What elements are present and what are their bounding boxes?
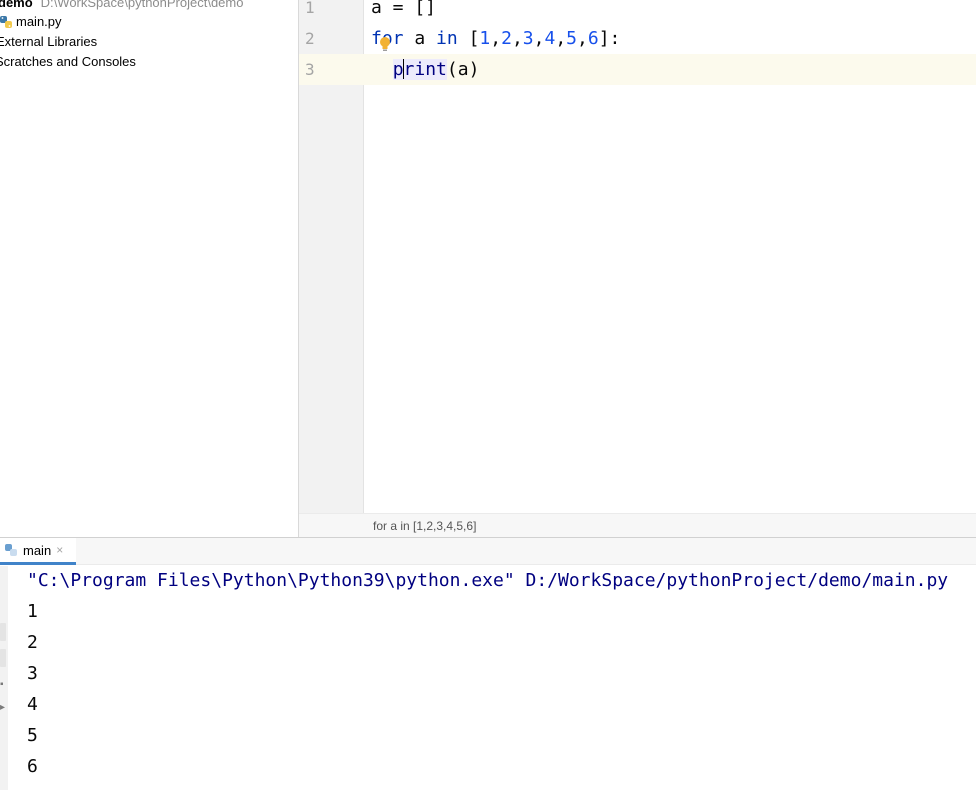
- code-comma: ,: [577, 28, 588, 49]
- pin-icon[interactable]: ▪: [0, 680, 6, 690]
- number-literal: 2: [501, 28, 512, 49]
- code-comma: ,: [490, 28, 502, 49]
- project-tree: demo D:\WorkSpace\pythonProject\demo mai…: [0, 0, 298, 537]
- code-line-1[interactable]: a = []: [371, 0, 436, 19]
- line-number: 1: [305, 0, 315, 17]
- console-output-line: 3: [27, 663, 38, 684]
- tree-item-main-py[interactable]: main.py: [0, 12, 62, 32]
- console-output-line: 4: [27, 694, 38, 715]
- code-line-2[interactable]: for a in [1,2,3,4,5,6]:: [371, 28, 620, 50]
- number-literal: 5: [566, 28, 577, 49]
- console-output-line: 2: [27, 632, 38, 653]
- tree-item-external-libraries[interactable]: External Libraries: [0, 32, 97, 52]
- line-number: 3: [305, 60, 315, 79]
- console-output-line: 6: [27, 756, 38, 777]
- code-var: a: [403, 28, 437, 49]
- console-output[interactable]: [8, 566, 976, 790]
- python-icon: [5, 544, 17, 556]
- code-args: (a): [446, 59, 480, 80]
- console-output-line: 1: [27, 601, 38, 622]
- python-file-icon: [0, 16, 12, 28]
- line-number: 2: [305, 29, 315, 48]
- code-bracket: ]:: [598, 28, 621, 49]
- stop-button[interactable]: [0, 649, 6, 667]
- run-tab-label: main: [23, 542, 52, 558]
- console-output-line: 5: [27, 725, 38, 746]
- code-text: a = []: [371, 0, 437, 18]
- breadcrumb-item[interactable]: for a in [1,2,3,4,5,6]: [373, 519, 476, 533]
- console-command-line: "C:\Program Files\Python\Python39\python…: [27, 570, 949, 591]
- code-comma: ,: [533, 28, 545, 49]
- code-bracket: [: [468, 28, 480, 49]
- breadcrumb: for a in [1,2,3,4,5,6]: [299, 513, 976, 537]
- code-comma: ,: [511, 28, 523, 49]
- tree-item-label: Scratches and Consoles: [0, 54, 136, 69]
- scroll-icon[interactable]: ▸: [0, 703, 6, 713]
- number-literal: 4: [544, 28, 556, 49]
- close-icon[interactable]: ×: [56, 543, 63, 557]
- lightbulb-icon[interactable]: [379, 36, 391, 52]
- run-toolbar: ▪ ▸: [0, 566, 8, 790]
- rerun-button[interactable]: [0, 623, 6, 641]
- number-literal: 6: [587, 28, 599, 49]
- code-comma: ,: [555, 28, 567, 49]
- builtin-print-rest: rint: [403, 59, 447, 80]
- code-line-3[interactable]: print(a): [371, 59, 479, 81]
- tree-item-scratches[interactable]: Scratches and Consoles: [0, 52, 136, 72]
- run-tab-bar: main ×: [0, 538, 976, 565]
- keyword-in: in: [436, 28, 458, 49]
- run-tab-main[interactable]: main ×: [0, 538, 76, 565]
- tree-item-label: External Libraries: [0, 34, 98, 49]
- number-literal: 1: [479, 28, 491, 49]
- number-literal: 3: [522, 28, 534, 49]
- tree-item-label: main.py: [16, 14, 62, 29]
- tree-root-path: D:\WorkSpace\pythonProject\demo: [40, 0, 244, 10]
